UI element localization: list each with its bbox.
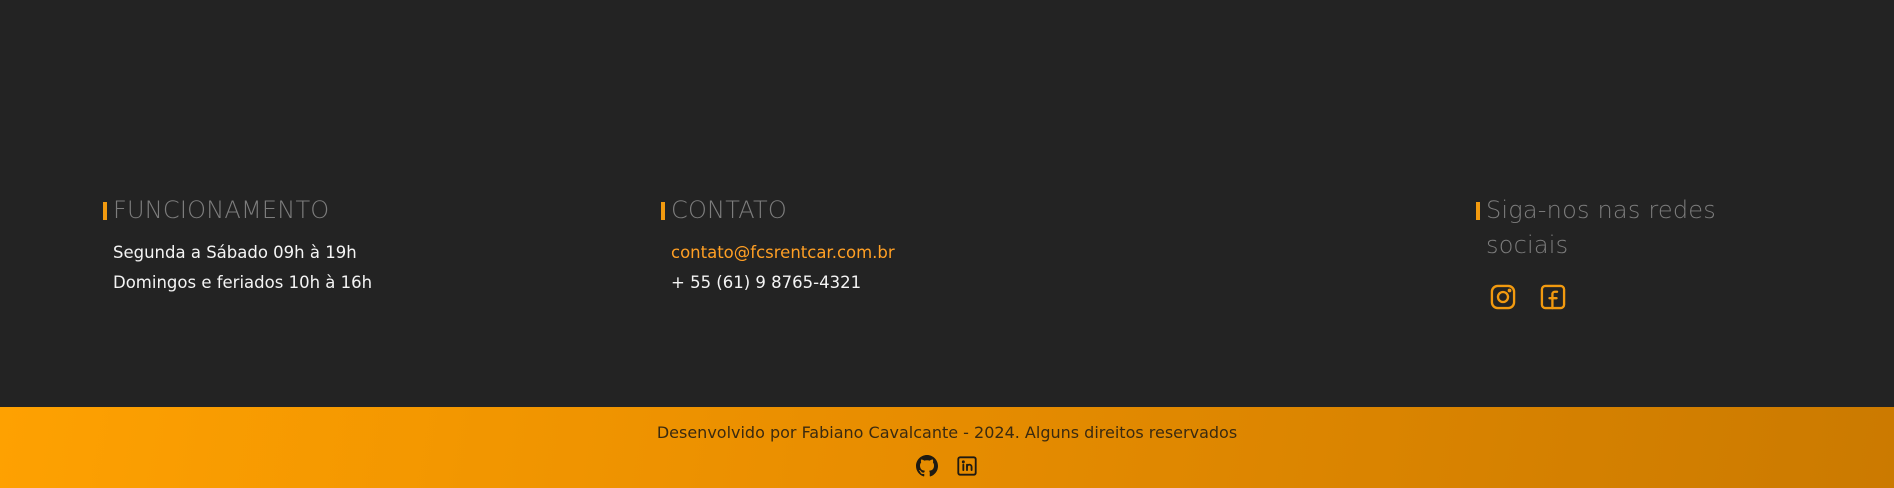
instagram-link[interactable] — [1489, 283, 1517, 311]
footer-main: FUNCIONAMENTO Segunda a Sábado 09h à 19h… — [0, 0, 1894, 407]
hours-heading: FUNCIONAMENTO — [103, 193, 563, 228]
github-link[interactable] — [916, 455, 938, 477]
linkedin-link[interactable] — [956, 455, 978, 477]
social-icons — [1489, 283, 1796, 311]
hours-section: FUNCIONAMENTO Segunda a Sábado 09h à 19h… — [103, 193, 563, 298]
social-heading: Siga-nos nas redes sociais — [1476, 193, 1796, 263]
hours-list: Segunda a Sábado 09h à 19h Domingos e fe… — [103, 238, 563, 298]
instagram-icon — [1490, 284, 1516, 310]
phone-number: + 55 (61) 9 8765-4321 — [671, 273, 862, 292]
facebook-link[interactable] — [1539, 283, 1567, 311]
contact-heading: CONTATO — [661, 193, 1121, 228]
contact-list: contato@fcsrentcar.com.br + 55 (61) 9 87… — [661, 238, 1121, 298]
developer-icons — [0, 455, 1894, 477]
contact-section: CONTATO contato@fcsrentcar.com.br + 55 (… — [661, 193, 1121, 298]
footer-bar: Desenvolvido por Fabiano Cavalcante - 20… — [0, 407, 1894, 488]
hours-weekday: Segunda a Sábado 09h à 19h — [113, 243, 357, 262]
github-icon — [916, 455, 938, 477]
social-section: Siga-nos nas redes sociais — [1476, 193, 1796, 311]
hours-weekend: Domingos e feriados 10h à 16h — [113, 273, 373, 292]
email-link[interactable]: contato@fcsrentcar.com.br — [671, 238, 1121, 268]
copyright-text: Desenvolvido por Fabiano Cavalcante - 20… — [656, 423, 1238, 442]
facebook-icon — [1540, 284, 1566, 310]
linkedin-icon — [957, 456, 977, 476]
